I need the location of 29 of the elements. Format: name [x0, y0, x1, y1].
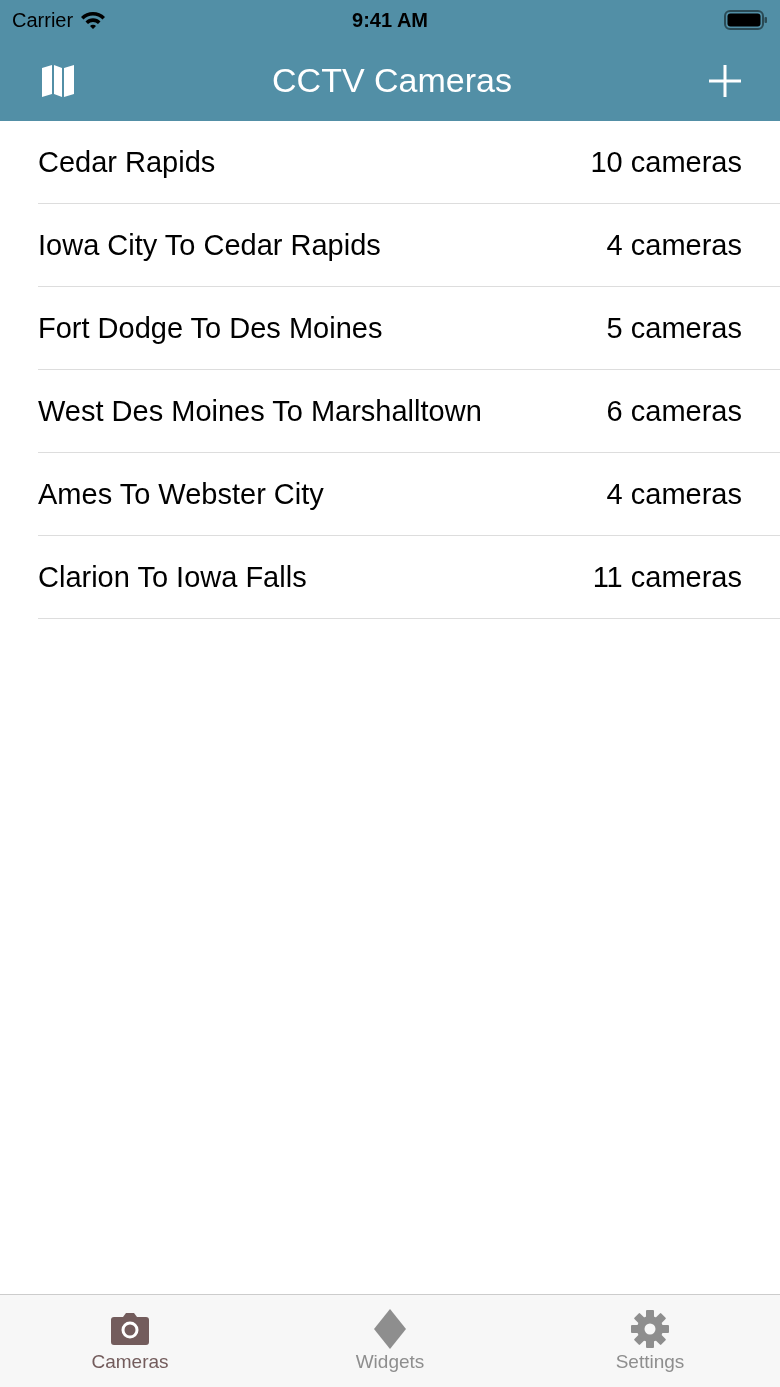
camera-icon	[110, 1311, 150, 1347]
camera-count: 11 cameras	[592, 560, 742, 594]
map-icon[interactable]	[40, 62, 76, 99]
gear-icon	[630, 1309, 670, 1349]
route-name: Iowa City To Cedar Rapids	[38, 228, 382, 262]
route-name: Fort Dodge To Des Moines	[38, 311, 384, 345]
route-name: Cedar Rapids	[38, 145, 217, 179]
route-name: West Des Moines To Marshalltown	[38, 394, 483, 428]
camera-count: 4 cameras	[606, 477, 742, 511]
camera-count: 10 cameras	[590, 145, 742, 179]
route-name: Ames To Webster City	[38, 477, 325, 511]
route-row[interactable]: Clarion To Iowa Falls 11 cameras	[38, 536, 780, 619]
wifi-icon	[79, 10, 108, 30]
add-icon[interactable]	[708, 63, 742, 98]
status-time: 9:41 AM	[352, 8, 428, 32]
camera-count: 4 cameras	[606, 228, 742, 262]
screen-title: CCTV Cameras	[271, 61, 513, 100]
tab-item[interactable]: Cameras	[0, 1295, 260, 1387]
route-row[interactable]: Ames To Webster City 4 cameras	[38, 453, 780, 536]
route-row[interactable]: Cedar Rapids 10 cameras	[38, 121, 780, 204]
camera-count: 5 cameras	[606, 311, 742, 345]
route-row[interactable]: Iowa City To Cedar Rapids 4 cameras	[38, 204, 780, 287]
route-row[interactable]: West Des Moines To Marshalltown 6 cameras	[38, 370, 780, 453]
diamond-icon	[373, 1308, 407, 1350]
battery-icon	[724, 9, 768, 31]
camera-count: 6 cameras	[606, 394, 742, 428]
route-name: Clarion To Iowa Falls	[38, 560, 308, 594]
route-row[interactable]: Fort Dodge To Des Moines 5 cameras	[38, 287, 780, 370]
carrier-label: Carrier	[12, 8, 74, 32]
